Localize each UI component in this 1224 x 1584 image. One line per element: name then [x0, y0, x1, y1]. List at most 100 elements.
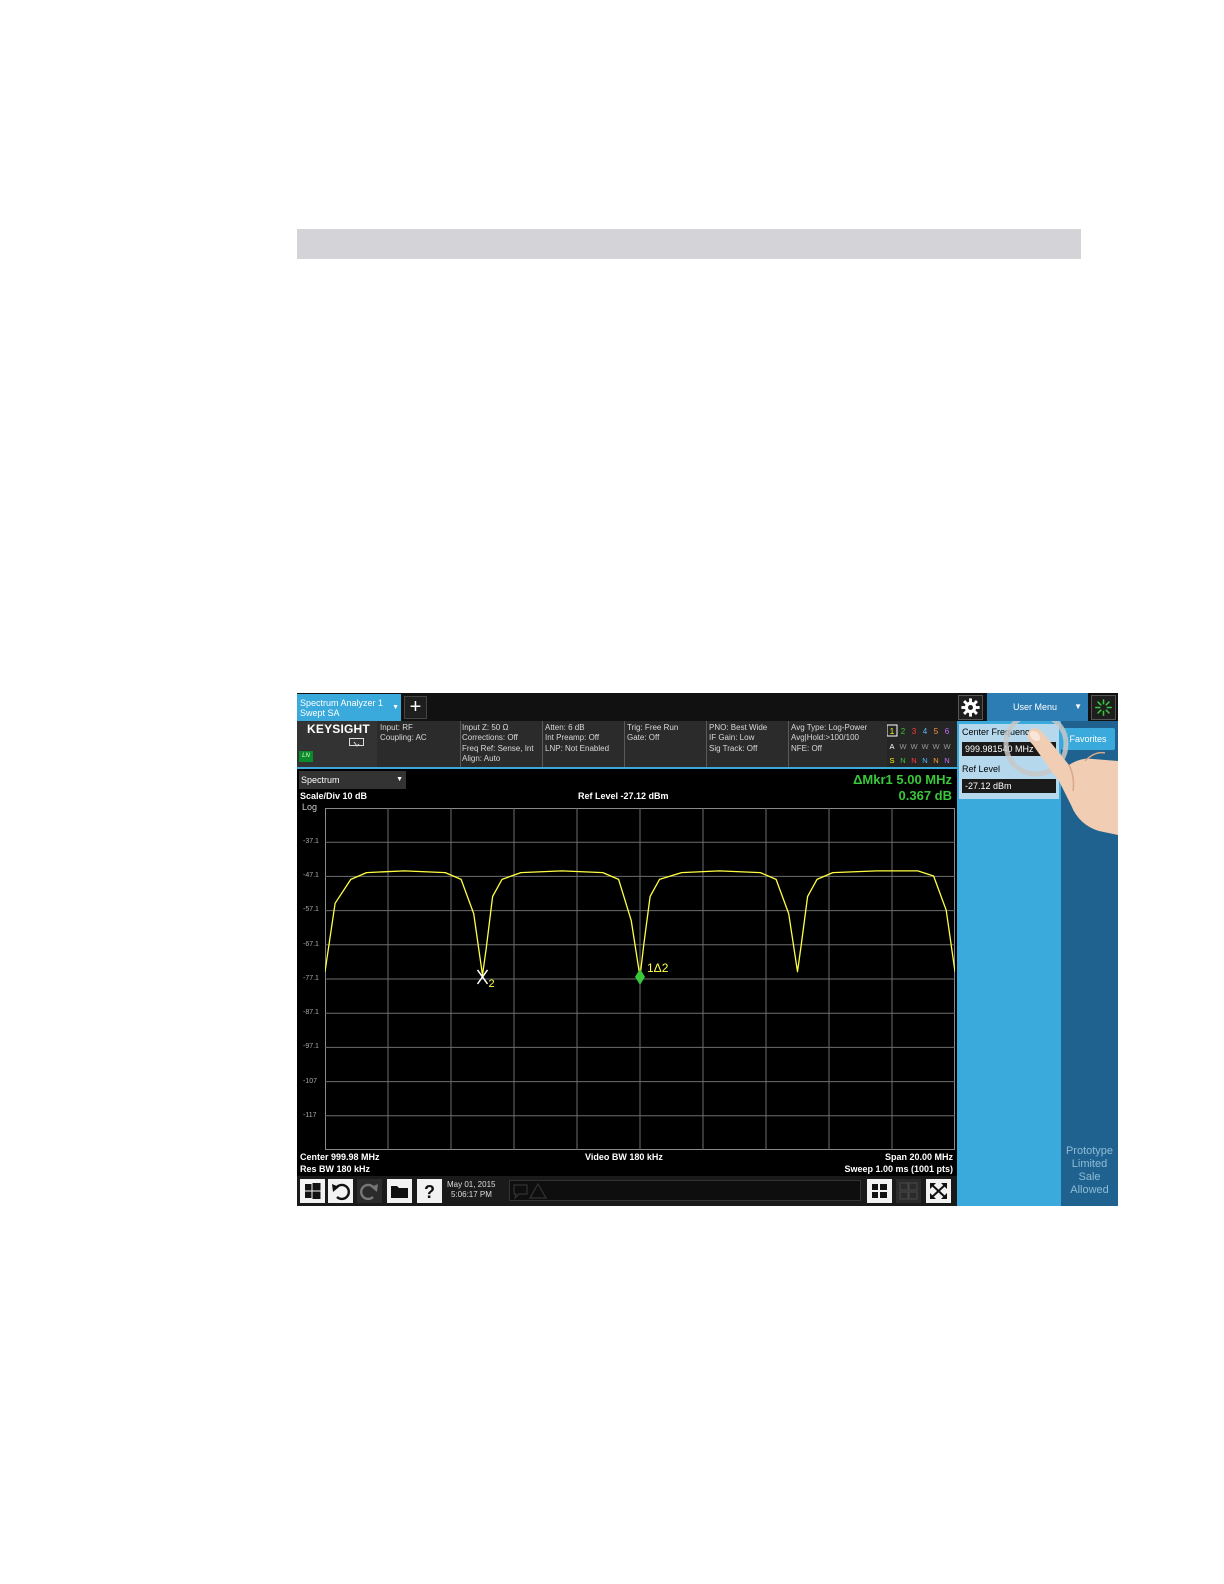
status-item: Atten: 6 dB [545, 723, 585, 732]
status-bar: KEYSIGHT LN Input: RF Coupling: AC Input… [297, 721, 957, 767]
status-item: Trig: Free Run [627, 723, 679, 732]
redo-icon [360, 1183, 378, 1201]
trace-mode: W [910, 742, 918, 751]
y-tick-label: -117 [303, 1112, 317, 1119]
view-selector[interactable]: Spectrum ▼ [299, 771, 406, 789]
trace-number: 1 [890, 727, 895, 736]
window-layout-icon [872, 1184, 887, 1198]
status-trigger[interactable]: Trig: Free Run Gate: Off [627, 723, 678, 744]
tab-spectrum-analyzer[interactable]: Spectrum Analyzer 1 Swept SA ▼ [297, 694, 401, 721]
message-bar[interactable] [509, 1180, 861, 1201]
span-label: Span 20.00 MHz [884, 1152, 953, 1162]
status-pno[interactable]: PNO: Best Wide IF Gain: Low Sig Track: O… [709, 723, 767, 754]
windows-start-button[interactable] [300, 1179, 325, 1203]
add-screen-button[interactable]: + [404, 696, 427, 719]
status-item: PNO: Best Wide [709, 723, 768, 732]
busy-spinner-icon [1095, 699, 1112, 716]
keysight-logo: KEYSIGHT [307, 722, 370, 736]
notice-line: Allowed [1070, 1184, 1109, 1196]
divider [706, 721, 707, 767]
tab-subtitle: Swept SA [300, 708, 340, 718]
center-frequency-label: Center 999.98 MHz [300, 1152, 380, 1162]
trace-detector: N [933, 756, 938, 765]
trace-indicator[interactable]: 1 2 3 4 5 6A W W W W WS N N N N N [887, 721, 957, 767]
undo-icon [332, 1183, 350, 1201]
plus-icon: + [409, 696, 422, 718]
help-button[interactable]: ? [417, 1179, 442, 1203]
divider [542, 721, 543, 767]
settings-button[interactable] [958, 695, 983, 720]
folder-icon [391, 1186, 408, 1198]
layout-button[interactable] [867, 1179, 892, 1203]
windows-icon [305, 1183, 321, 1199]
bottom-toolbar: ? May 01, 2015 5:06:17 PM [297, 1176, 957, 1206]
multi-window-button[interactable] [896, 1179, 921, 1203]
status-input-z[interactable]: Input Z: 50 Ω Corrections: Off Freq Ref:… [462, 723, 534, 764]
spectrum-plot[interactable]: 1Δ2 2 [325, 808, 955, 1150]
notice-line: Sale [1078, 1171, 1101, 1183]
tab-title: Spectrum Analyzer 1 [300, 698, 384, 708]
status-item: Input: RF [380, 723, 413, 732]
marker-1-label: 1Δ2 [647, 961, 669, 975]
trace-number: 4 [923, 727, 928, 736]
status-item: Input Z: 50 Ω [462, 723, 509, 732]
chevron-down-icon: ▼ [396, 776, 403, 783]
status-item: Coupling: AC [380, 733, 427, 743]
status-item: Align: Auto [462, 753, 501, 763]
y-tick-label: -47.1 [303, 872, 319, 879]
trace-detector: N [900, 756, 905, 765]
y-tick-label: -57.1 [303, 906, 319, 913]
chevron-down-icon: ▼ [1074, 702, 1082, 711]
trace-number: 6 [945, 727, 950, 736]
user-menu-label: User Menu [1013, 702, 1058, 712]
divider [460, 721, 461, 767]
trace-detector: S [889, 756, 894, 765]
y-tick-label: -37.1 [303, 838, 319, 845]
status-item: NFE: Off [791, 743, 822, 753]
y-tick-label: -77.1 [303, 975, 319, 982]
ref-level-label: Ref Level -27.12 dBm [578, 791, 669, 801]
activity-button[interactable] [1091, 695, 1116, 720]
file-button[interactable] [387, 1179, 412, 1203]
notice-line: Limited [1071, 1158, 1108, 1170]
trace-number: 2 [901, 727, 906, 736]
marker-delta-amplitude: 0.367 dB [898, 788, 952, 803]
trace-mode: W [899, 742, 907, 751]
fullscreen-button[interactable] [926, 1179, 951, 1203]
scale-type: Log [302, 802, 318, 812]
undo-button[interactable] [328, 1179, 353, 1203]
status-attenuation[interactable]: Atten: 6 dB Int Preamp: Off LNP: Not Ena… [545, 723, 609, 754]
divider [788, 721, 789, 767]
status-item: Corrections: Off [462, 733, 518, 743]
trace-mode: W [921, 742, 929, 751]
gear-icon [961, 698, 980, 717]
scale-per-div: Scale/Div 10 dB [300, 791, 368, 801]
help-icon: ? [424, 1182, 435, 1202]
date: May 01, 2015 [447, 1180, 496, 1189]
divider [297, 767, 957, 769]
status-item: Avg|Hold:>100/100 [791, 733, 859, 743]
status-item: LNP: Not Enabled [545, 743, 610, 753]
user-menu-dropdown[interactable]: User Menu ▼ [987, 693, 1088, 721]
view-selector-label: Spectrum [301, 775, 340, 785]
chevron-down-icon: ▼ [392, 704, 399, 711]
instrument-screen: Spectrum Analyzer 1 Swept SA ▼ + User Me… [297, 693, 1118, 1206]
status-item: Int Preamp: Off [545, 733, 600, 743]
prototype-notice: Prototype Limited Sale Allowed [1061, 1145, 1118, 1197]
marker-2-label: 2 [489, 978, 495, 990]
tile-windows-icon [899, 1182, 918, 1200]
sweep-label: Sweep 1.00 ms (1001 pts) [844, 1164, 953, 1174]
redo-button[interactable] [357, 1179, 382, 1203]
video-bw-label: Video BW 180 kHz [585, 1152, 663, 1162]
y-tick-label: -67.1 [303, 941, 319, 948]
trace-mode: W [943, 742, 951, 751]
message-icon [513, 1182, 548, 1200]
touch-hand-illustration [1003, 721, 1118, 835]
trace-detector: N [911, 756, 916, 765]
status-averaging[interactable]: Avg Type: Log-Power Avg|Hold:>100/100 NF… [791, 723, 867, 754]
status-item: Avg Type: Log-Power [791, 723, 868, 732]
status-input[interactable]: Input: RF Coupling: AC [380, 723, 427, 744]
y-tick-label: -107 [303, 1078, 318, 1085]
date-time: May 01, 2015 5:06:17 PM [447, 1180, 495, 1200]
trace-mode: A [889, 742, 894, 751]
